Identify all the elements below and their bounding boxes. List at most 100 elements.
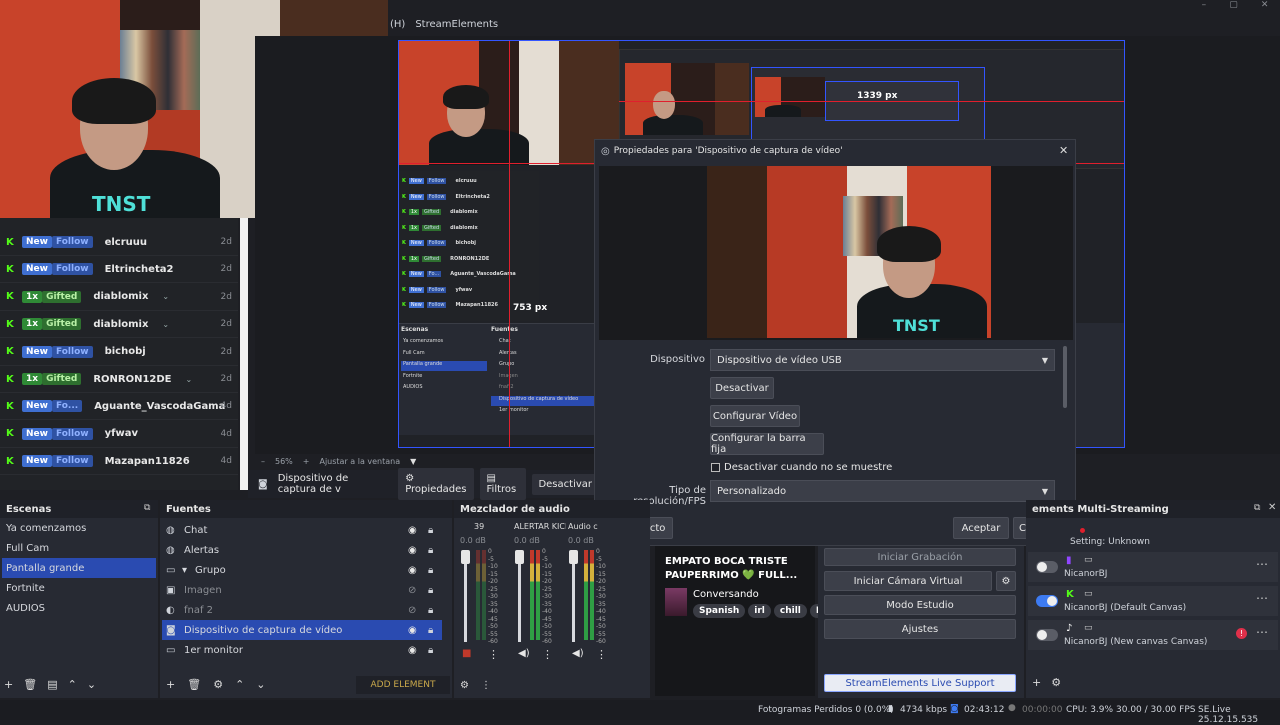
minimize-button[interactable]: – <box>1202 0 1207 14</box>
alert-row[interactable]: K New Follow yfwav 4d <box>0 421 238 448</box>
lock-icon[interactable]: 🔒︎ <box>428 645 433 656</box>
scene-item[interactable]: AUDIOS <box>2 598 156 618</box>
more-vertical-icon[interactable]: ⋮ <box>596 648 607 661</box>
fit-window-button[interactable]: Ajustar a la ventana <box>319 457 400 466</box>
add-icon[interactable]: + <box>4 678 13 691</box>
trash-icon[interactable]: 🗑 <box>23 678 37 691</box>
eye-off-icon[interactable]: ⊘ <box>408 585 416 596</box>
undock-icon[interactable]: ⧉ <box>1254 503 1260 513</box>
more-options-icon[interactable]: ⋯ <box>1256 591 1268 605</box>
chevron-down-icon[interactable]: ⌄ <box>162 292 169 301</box>
volume-slider-handle[interactable] <box>515 550 524 564</box>
start-recording-button[interactable]: Iniciar Grabación <box>824 548 1016 566</box>
add-icon[interactable]: + <box>1032 676 1041 689</box>
eye-icon[interactable]: ◉ <box>408 545 417 556</box>
source-item[interactable]: ◐ fnaf 2 ⊘ 🔒︎ <box>162 600 442 620</box>
add-icon[interactable]: + <box>166 678 175 691</box>
volume-slider-handle[interactable] <box>461 550 470 564</box>
stream-toggle[interactable] <box>1036 561 1058 573</box>
arrow-down-icon[interactable]: ⌄ <box>256 678 265 691</box>
error-icon[interactable]: ! <box>1236 628 1247 639</box>
eye-icon[interactable]: ◉ <box>408 625 417 636</box>
hide-when-not-shown-checkbox[interactable] <box>711 463 720 472</box>
source-item[interactable]: ◍ Alertas ◉ 🔒︎ <box>162 540 442 560</box>
maximize-button[interactable]: ▢ <box>1229 0 1238 14</box>
gear-icon[interactable]: ⚙ <box>213 678 223 691</box>
more-options-icon[interactable]: ⋯ <box>1256 557 1268 571</box>
alert-row[interactable]: K New Follow Mazapan11826 4d <box>0 448 238 476</box>
mute-icon[interactable]: ■ <box>462 648 471 659</box>
stream-tag[interactable]: irl <box>748 604 771 618</box>
lock-icon[interactable]: 🔒︎ <box>428 545 433 556</box>
resolution-select[interactable]: Personalizado ▼ <box>710 480 1055 502</box>
scene-item[interactable]: Full Cam <box>2 538 156 558</box>
lock-icon[interactable]: 🔒︎ <box>428 565 433 576</box>
configure-video-button[interactable]: Configurar Vídeo <box>710 405 800 427</box>
virtual-cam-settings-button[interactable]: ⚙ <box>996 571 1016 591</box>
alert-row[interactable]: K 1x Gifted diablomix ⌄ 2d <box>0 311 238 339</box>
arrow-up-icon[interactable]: ⌃ <box>68 678 77 691</box>
arrow-up-icon[interactable]: ⌃ <box>235 678 244 691</box>
dialog-close-icon[interactable]: ✕ <box>1059 144 1068 157</box>
configure-bar-button[interactable]: Configurar la barra fija <box>710 433 824 455</box>
alert-row[interactable]: K 1x Gifted diablomix ⌄ 2d <box>0 284 238 311</box>
trash-icon[interactable]: 🗑 <box>187 678 201 691</box>
source-item[interactable]: ◍ Chat ◉ 🔒︎ <box>162 520 442 540</box>
source-item[interactable]: ◙ Dispositivo de captura de vídeo ◉ 🔒︎ <box>162 620 442 640</box>
more-options-icon[interactable]: ⋯ <box>1256 625 1268 639</box>
alert-row[interactable]: K New Fo... Aguante_VascodaGama 4d <box>0 393 238 421</box>
dialog-scrollbar[interactable] <box>1063 346 1067 408</box>
lock-icon[interactable]: 🔒︎ <box>428 525 433 536</box>
zoom-in-button[interactable]: + <box>303 457 310 466</box>
chevron-down-icon[interactable]: ⌄ <box>186 375 193 384</box>
properties-button[interactable]: ⚙ Propiedades <box>398 468 474 500</box>
more-vertical-icon[interactable]: ⋮ <box>542 648 553 661</box>
zoom-out-button[interactable]: – <box>261 457 265 466</box>
scene-item[interactable]: Pantalla grande <box>2 558 156 578</box>
source-item[interactable]: ▭ ▾ Grupo ◉ 🔒︎ <box>162 560 442 580</box>
add-element-button[interactable]: ADD ELEMENT <box>356 676 450 694</box>
more-vertical-icon[interactable]: ⋮ <box>488 648 499 661</box>
fit-dropdown-icon[interactable]: ▼ <box>410 457 416 466</box>
alert-row[interactable]: K 1x Gifted RONRON12DE ⌄ 2d <box>0 366 238 393</box>
chevron-down-icon[interactable]: ⌄ <box>162 320 169 329</box>
chevron-down-icon[interactable]: ▾ <box>182 565 187 576</box>
undock-icon[interactable]: ⧉ <box>144 503 150 513</box>
close-icon[interactable]: ✕ <box>1268 502 1276 513</box>
stream-tag[interactable]: Spanish <box>693 604 746 618</box>
filters-button[interactable]: ▤ Filtros <box>479 468 527 500</box>
speaker-icon[interactable]: ◀) <box>572 648 584 659</box>
alert-row[interactable]: K New Follow Eltrincheta2 2d <box>0 256 238 284</box>
live-support-button[interactable]: StreamElements Live Support <box>824 674 1016 692</box>
stream-tag[interactable]: chill <box>773 604 807 618</box>
lock-icon[interactable]: 🔒︎ <box>428 585 433 596</box>
speaker-icon[interactable]: ◀) <box>518 648 530 659</box>
eye-icon[interactable]: ◉ <box>408 565 417 576</box>
arrow-down-icon[interactable]: ⌄ <box>87 678 96 691</box>
scene-item[interactable]: Ya comenzamos <box>2 518 156 538</box>
more-vertical-icon[interactable]: ⋮ <box>481 680 491 691</box>
lock-icon[interactable]: 🔒︎ <box>428 625 433 636</box>
eye-icon[interactable]: ◉ <box>408 525 417 536</box>
close-button[interactable]: ✕ <box>1261 0 1269 14</box>
alerts-scrollbar[interactable] <box>240 218 248 490</box>
stream-toggle[interactable] <box>1036 595 1058 607</box>
studio-mode-button[interactable]: Modo Estudio <box>824 595 1016 615</box>
scene-item[interactable]: Fortnite <box>2 578 156 598</box>
start-virtual-cam-button[interactable]: Iniciar Cámara Virtual <box>824 571 992 591</box>
volume-slider-handle[interactable] <box>569 550 578 564</box>
device-select[interactable]: Dispositivo de vídeo USB ▼ <box>710 349 1055 371</box>
accept-button[interactable]: Aceptar <box>953 517 1009 539</box>
alert-row[interactable]: K New Follow elcruuu 2d <box>0 229 238 256</box>
settings-button[interactable]: Ajustes <box>824 619 1016 639</box>
source-item[interactable]: ▭ 1er monitor ◉ 🔒︎ <box>162 640 442 660</box>
alert-row[interactable]: K New Follow bichobj 2d <box>0 339 238 366</box>
gear-icon[interactable]: ⚙ <box>1051 676 1061 689</box>
filter-icon[interactable]: ▤ <box>47 678 57 691</box>
stream-toggle[interactable] <box>1036 629 1058 641</box>
mixer-settings-icon[interactable]: ⚙ <box>460 680 469 691</box>
deactivate-toolbar-button[interactable]: Desactivar <box>532 473 598 495</box>
source-item[interactable]: ▣ Imagen ⊘ 🔒︎ <box>162 580 442 600</box>
lock-icon[interactable]: 🔒︎ <box>428 605 433 616</box>
eye-icon[interactable]: ◉ <box>408 645 417 656</box>
